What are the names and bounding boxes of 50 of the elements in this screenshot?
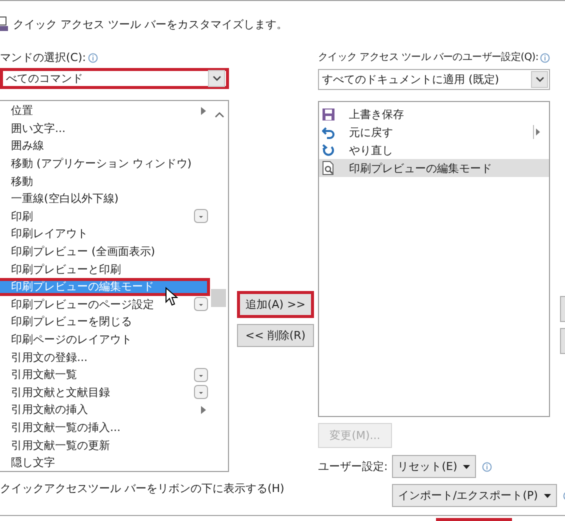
caret-icon (544, 494, 551, 498)
command-item[interactable]: 印刷プレビューのページ設定 (0, 296, 210, 314)
toolbar-icon (0, 16, 10, 32)
field-label: マンドの選択(C): (0, 50, 86, 66)
chevron-down-icon (536, 77, 544, 82)
toolbar-item[interactable]: 上書き保存 (319, 105, 549, 123)
customize-label: ユーザー設定: (318, 458, 388, 474)
command-item[interactable]: 引用文献の挿入 (0, 401, 210, 419)
checkbox-label[interactable]: クイックアクセスツール バーをリボンの下に表示する(H) (0, 480, 284, 498)
command-dropdown[interactable]: べてのコマンド (0, 68, 229, 89)
command-item[interactable]: 位置 (0, 102, 210, 120)
command-item[interactable]: 引用文の登録... (0, 348, 210, 366)
info-icon (88, 53, 98, 63)
info-icon (540, 53, 550, 63)
command-item[interactable]: 引用文献と文献目録 (0, 384, 210, 402)
command-item[interactable]: 印刷プレビューと印刷 (0, 260, 210, 278)
command-item[interactable]: 隠し文字 (0, 454, 210, 471)
command-item[interactable]: 囲い文字... (0, 120, 210, 138)
dialog-heading: クイック アクセス ツール バーをカスタマイズします。 (13, 16, 288, 32)
command-item[interactable]: 移動 (アプリケーション ウィンドウ) (0, 154, 210, 172)
import-export-button[interactable]: インポート/エクスポート(P) (392, 484, 557, 507)
reset-button[interactable]: リセット(E) (392, 455, 476, 478)
command-item[interactable]: 印刷プレビュー (全画面表示) (0, 242, 210, 260)
caret-icon (463, 464, 470, 468)
save-icon (322, 108, 335, 120)
command-item[interactable]: 引用文献一覧 (0, 366, 210, 384)
remove-button[interactable]: << 削除(R) (237, 324, 314, 347)
add-button[interactable]: 追加(A) >> (237, 291, 314, 318)
print-preview-icon (322, 161, 335, 175)
command-item[interactable]: 印刷プレビューを閉じる (0, 313, 210, 331)
command-item[interactable]: 一重線(空白以外下線) (0, 190, 210, 208)
scroll-thumb[interactable] (211, 289, 226, 307)
undo-icon (322, 126, 335, 138)
command-item[interactable]: 引用文献一覧の更新 (0, 436, 210, 454)
mouse-cursor-icon (165, 287, 178, 306)
chevron-down-icon (212, 76, 220, 81)
command-item[interactable]: 印刷レイアウト (0, 225, 210, 243)
command-item[interactable]: 印刷 (0, 208, 210, 226)
scroll-up-icon[interactable] (215, 112, 224, 118)
command-item[interactable]: 移動 (0, 172, 210, 190)
command-item[interactable]: 印刷ページのレイアウト (0, 330, 210, 348)
field-label: クイック アクセス ツール バーのユーザー設定(Q): (318, 50, 538, 65)
toolbar-item[interactable]: 印刷プレビューの編集モード (319, 159, 549, 177)
document-dropdown[interactable]: すべてのドキュメントに適用 (既定) (318, 69, 550, 90)
command-item[interactable]: 囲み線 (0, 137, 210, 155)
info-icon (482, 462, 492, 472)
toolbar-item[interactable]: 元に戻す (319, 123, 549, 141)
command-item[interactable]: 引用文献一覧の挿入... (0, 418, 210, 436)
toolbar-item[interactable]: やり直し (319, 141, 549, 159)
redo-icon (322, 144, 335, 156)
